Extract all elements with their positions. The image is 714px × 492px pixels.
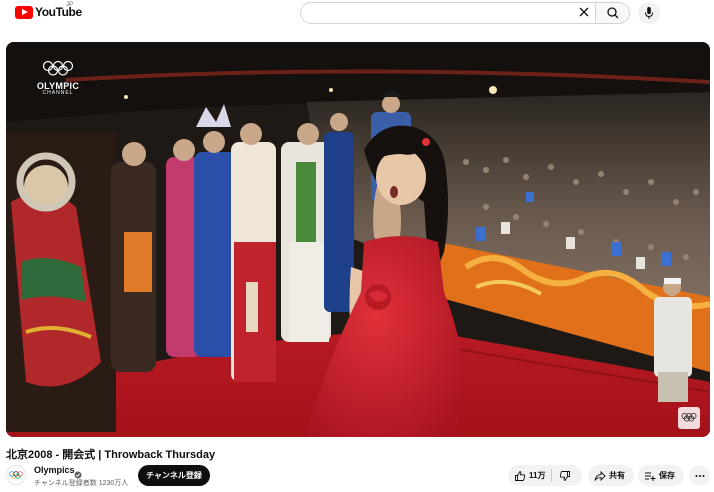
olympic-rings-icon bbox=[42, 60, 74, 76]
like-count: 11万 bbox=[529, 471, 546, 480]
search-button[interactable] bbox=[596, 2, 630, 24]
save-label: 保存 bbox=[659, 471, 675, 480]
like-button[interactable]: 11万 bbox=[508, 465, 551, 486]
search-input[interactable] bbox=[300, 2, 596, 24]
channel-avatar[interactable] bbox=[6, 465, 26, 485]
olympic-rings-icon bbox=[9, 471, 23, 479]
video-title: 北京2008 - 開会式 | Throwback Thursday bbox=[6, 449, 216, 461]
logo-text: YouTube bbox=[35, 5, 82, 19]
voice-search-button[interactable] bbox=[638, 2, 660, 24]
channel-name[interactable]: Olympics bbox=[34, 465, 75, 475]
like-dislike-group: 11万 bbox=[508, 465, 582, 486]
video-frame bbox=[6, 42, 710, 437]
share-label: 共有 bbox=[609, 471, 625, 480]
share-button[interactable]: 共有 bbox=[588, 465, 634, 486]
watermark-sub: CHANNEL bbox=[42, 90, 74, 96]
subscriber-count: チャンネル登録者数 1230万人 bbox=[34, 480, 129, 487]
thumbs-down-icon bbox=[560, 470, 571, 481]
search-icon bbox=[607, 7, 619, 19]
share-icon bbox=[594, 470, 606, 481]
thumbs-up-icon bbox=[515, 470, 526, 481]
playlist-add-icon bbox=[645, 472, 656, 481]
dislike-button[interactable] bbox=[552, 465, 578, 486]
clear-search-icon[interactable] bbox=[578, 6, 590, 18]
mic-icon bbox=[645, 7, 653, 19]
channel-branding-icon[interactable] bbox=[678, 407, 700, 429]
youtube-logo-icon bbox=[15, 5, 33, 19]
save-button[interactable]: 保存 bbox=[638, 465, 684, 486]
more-horizontal-icon bbox=[695, 474, 704, 477]
verified-badge-icon bbox=[74, 466, 82, 479]
country-code: JP bbox=[66, 2, 74, 8]
subscribe-button[interactable]: チャンネル登録 bbox=[138, 465, 210, 486]
video-player[interactable]: OLYMPIC CHANNEL bbox=[6, 42, 710, 437]
top-bar: YouTube JP bbox=[0, 0, 714, 26]
more-actions-button[interactable] bbox=[689, 465, 710, 486]
olympic-channel-watermark: OLYMPIC CHANNEL bbox=[26, 60, 90, 96]
